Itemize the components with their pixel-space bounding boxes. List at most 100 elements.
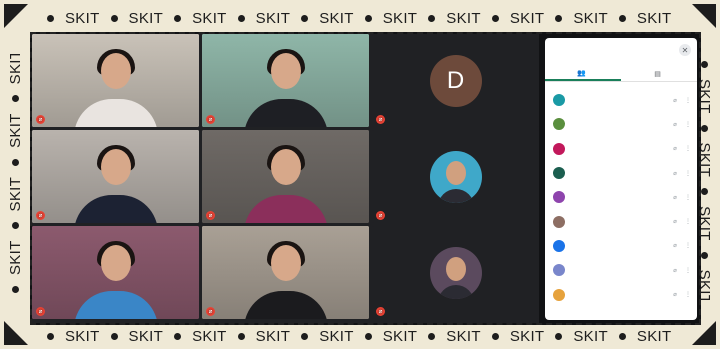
mic-off-icon[interactable]: ⌀ (671, 267, 679, 274)
frame-unit: SKIT (354, 10, 418, 27)
frame-unit: SKIT (227, 10, 291, 27)
participant-name-tag: ⌀ (36, 307, 49, 316)
mic-off-icon: ⌀ (376, 115, 385, 124)
mic-off-icon[interactable]: ⌀ (671, 291, 679, 298)
more-options-icon[interactable]: ⋮ (685, 242, 691, 249)
mic-off-icon[interactable]: ⌀ (671, 97, 679, 104)
participant-figure (68, 143, 164, 223)
frame-unit: SKIT (481, 328, 545, 345)
corner-triangle-bottom-left (4, 321, 28, 345)
frame-unit: SKIT (227, 328, 291, 345)
participant-row[interactable]: ⌀ ⋮ (545, 282, 697, 306)
participant-tile[interactable]: ⌀ (202, 130, 369, 223)
bullet-dot (364, 14, 372, 22)
avatar (553, 239, 565, 252)
mic-off-icon[interactable]: ⌀ (671, 170, 679, 177)
frame-unit: SKIT (417, 328, 481, 345)
more-options-icon[interactable]: ⋮ (685, 218, 691, 225)
frame-unit: SKIT (608, 328, 672, 345)
bullet-dot (491, 332, 499, 340)
participant-avatar (429, 150, 482, 203)
participant-row[interactable]: ⌀ ⋮ (545, 258, 697, 282)
frame-unit: SKIT (100, 328, 164, 345)
participant-name-tag: ⌀ (206, 115, 219, 124)
frame-unit: SKIT (7, 240, 24, 304)
frame-word: SKIT (636, 327, 672, 345)
frame-word: SKIT (319, 9, 354, 27)
participant-tile[interactable]: ⌀ (202, 34, 369, 127)
frame-band-left: SKIT SKIT SKIT SKIT (3, 54, 27, 304)
more-options-icon[interactable]: ⋮ (685, 267, 691, 274)
participant-tile[interactable]: ⌀ (32, 226, 199, 319)
frame-band-top: SKIT SKIT SKIT SKIT SKIT SKIT SKIT SKIT SKIT SKIT (36, 7, 686, 29)
participant-tile[interactable]: ⌀ (372, 130, 539, 223)
frame-unit: SKIT (36, 328, 100, 345)
participant-row[interactable]: ⌀ ⋮ (545, 234, 697, 258)
mic-off-icon[interactable]: ⌀ (671, 194, 679, 201)
participant-avatar (429, 246, 482, 299)
avatar (553, 215, 565, 228)
more-options-icon[interactable]: ⋮ (685, 145, 691, 152)
tab-chat[interactable]: ▤ (621, 66, 697, 81)
avatar (553, 167, 565, 180)
mic-off-icon[interactable]: ⌀ (671, 121, 679, 128)
close-icon[interactable]: ✕ (679, 44, 691, 56)
bullet-dot (174, 14, 182, 22)
frame-unit: SKIT (481, 10, 545, 27)
camera-feed (202, 34, 369, 127)
bullet-dot (47, 332, 54, 340)
bullet-dot (364, 332, 372, 340)
corner-triangle-top-right (692, 4, 716, 28)
mic-off-icon[interactable]: ⌀ (671, 242, 679, 249)
participant-name-tag: ⌀ (36, 211, 49, 220)
more-options-icon[interactable]: ⋮ (685, 170, 691, 177)
bullet-dot (701, 61, 709, 68)
more-options-icon[interactable]: ⋮ (685, 97, 691, 104)
tab-people[interactable]: 👥 (545, 66, 621, 81)
mic-off-icon: ⌀ (206, 307, 215, 316)
avatar (553, 94, 565, 107)
bullet-dot (555, 332, 563, 340)
frame-word: SKIT (192, 327, 227, 345)
more-options-icon[interactable]: ⋮ (685, 291, 691, 298)
participant-figure (68, 47, 164, 127)
participant-tile[interactable]: ⌀ (32, 130, 199, 223)
chat-icon: ▤ (654, 70, 661, 78)
bullet-dot (701, 124, 709, 132)
mic-off-icon[interactable]: ⌀ (671, 218, 679, 225)
participant-name-tag: ⌀ (376, 211, 389, 220)
participant-row[interactable]: ⌀ ⋮ (545, 88, 697, 112)
bullet-dot (301, 332, 309, 340)
mic-off-icon: ⌀ (206, 211, 215, 220)
participant-name-tag: ⌀ (206, 211, 219, 220)
more-options-icon[interactable]: ⋮ (685, 194, 691, 201)
participant-tile[interactable]: ⌀ (202, 226, 369, 319)
frame-word: SKIT (319, 327, 354, 345)
bullet-dot (618, 14, 626, 22)
participant-figure (238, 143, 334, 223)
participant-tile[interactable]: ⌀ (32, 34, 199, 127)
mic-off-icon: ⌀ (376, 307, 385, 316)
meeting-screenshot: ⌀ ⌀ D ⌀ ⌀ ⌀ ⌀ ⌀ ⌀ ⌀ ✕ 👥 ▤ ⌀ ⋮ ⌀ ⋮ ⌀ ⋮ ⌀ ⋮ ⌀ ⋮ ⌀ ⋮ ⌀ ⋮ ⌀ ⋮ ⌀ ⋮ (30, 32, 701, 325)
bullet-dot (11, 158, 19, 166)
participant-row[interactable]: ⌀ ⋮ (545, 161, 697, 185)
bullet-dot (701, 188, 709, 196)
frame-word: SKIT (65, 9, 100, 27)
frame-word: SKIT (192, 9, 227, 27)
participant-row[interactable]: ⌀ ⋮ (545, 185, 697, 209)
participant-row[interactable]: ⌀ ⋮ (545, 137, 697, 161)
more-options-icon[interactable]: ⋮ (685, 121, 691, 128)
frame-word: SKIT (446, 9, 481, 27)
participant-row[interactable]: ⌀ ⋮ (545, 209, 697, 233)
participant-tile[interactable]: ⌀ (372, 226, 539, 319)
bullet-dot (428, 14, 436, 22)
avatar (553, 142, 565, 155)
mic-off-icon: ⌀ (206, 115, 215, 124)
participant-tile[interactable]: D ⌀ (372, 34, 539, 127)
mic-off-icon[interactable]: ⌀ (671, 145, 679, 152)
bullet-dot (301, 14, 309, 22)
frame-word: SKIT (6, 113, 24, 148)
participant-row[interactable]: ⌀ ⋮ (545, 112, 697, 136)
frame-unit: SKIT (100, 10, 164, 27)
frame-band-bottom: SKIT SKIT SKIT SKIT SKIT SKIT SKIT SKIT SKIT SKIT (36, 325, 686, 347)
